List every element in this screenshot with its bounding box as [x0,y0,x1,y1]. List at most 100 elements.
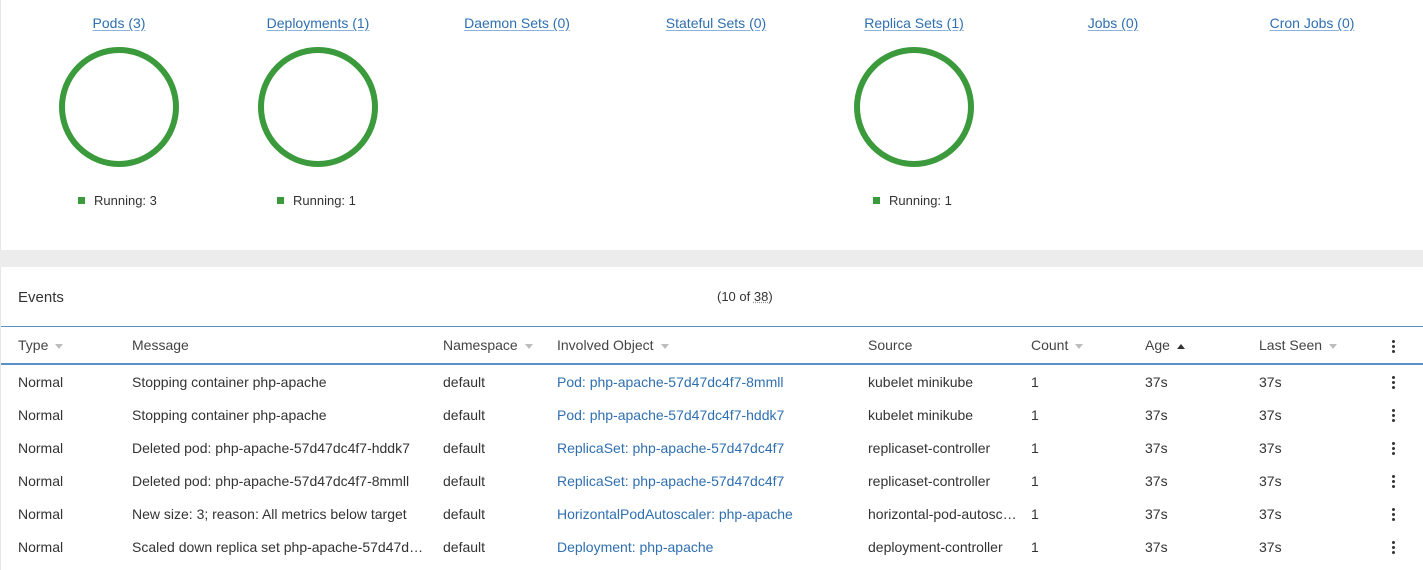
row-actions-menu-icon[interactable] [1387,438,1399,458]
replica-sets-running-ring [854,47,974,167]
event-count: 1 [1031,506,1039,522]
daemon-sets-link[interactable]: Daemon Sets (0) [417,15,617,31]
event-message: Stopping container php-apache [132,407,327,423]
event-source: replicaset-controller [868,473,991,489]
event-namespace: default [443,440,486,456]
row-actions-menu-icon[interactable] [1387,504,1399,524]
event-age: 37s [1145,374,1168,390]
event-namespace: default [443,473,486,489]
event-last-seen: 37s [1259,440,1282,456]
event-source: deployment-controller [868,539,1003,555]
cron-jobs-link[interactable]: Cron Jobs (0) [1212,15,1412,31]
deployments-link[interactable]: Deployments (1) [218,15,418,31]
event-involved-object[interactable]: ReplicaSet: php-apache-57d47dc4f7 [557,432,857,465]
row-actions-menu-icon[interactable] [1387,405,1399,425]
event-age: 37s [1145,407,1168,423]
stateful-sets-link[interactable]: Stateful Sets (0) [616,15,816,31]
running-legend-swatch [277,197,284,204]
replica-sets-link[interactable]: Replica Sets (1) [814,15,1014,31]
pods-running-ring [59,47,179,167]
pods-status-chart [59,47,179,167]
sort-icon [1329,343,1338,349]
pods-legend: Running: 3 [78,193,157,208]
event-last-seen: 37s [1259,506,1282,522]
column-label: Message [132,337,189,353]
workload-deployments: Deployments (1) Running: 1 [218,0,418,250]
column-label: Count [1031,337,1069,353]
event-count: 1 [1031,407,1039,423]
event-involved-object[interactable]: Pod: php-apache-57d47dc4f7-8mmll [557,366,857,399]
counter-total[interactable]: 38 [754,289,768,304]
event-age: 37s [1145,440,1168,456]
event-message: Scaled down replica set php-apache-57d47… [132,539,427,555]
event-count: 1 [1031,473,1039,489]
event-message: Deleted pod: php-apache-57d47dc4f7-8mmll [132,473,410,489]
column-header-involved-object[interactable]: Involved Object [557,327,669,364]
event-involved-object[interactable]: ReplicaSet: php-apache-57d47dc4f7 [557,465,857,498]
events-pagination-counter: (10 of 38) [717,289,773,304]
event-type: Normal [18,374,64,390]
column-header-count[interactable]: Count [1031,327,1084,364]
workload-cron-jobs: Cron Jobs (0) [1212,0,1412,250]
workload-daemon-sets: Daemon Sets (0) [417,0,617,250]
event-type: Normal [18,473,64,489]
event-source: horizontal-pod-autosc… [868,506,1017,522]
table-row: Normal Scaled down replica set php-apache… [1,531,1423,564]
column-header-age[interactable]: Age [1145,327,1185,364]
pods-link[interactable]: Pods (3) [19,15,219,31]
jobs-link[interactable]: Jobs (0) [1013,15,1213,31]
sort-icon [660,343,669,349]
column-header-source[interactable]: Source [868,327,912,364]
sort-icon [55,343,64,349]
event-involved-object[interactable]: Deployment: php-apache [557,531,857,564]
counter-suffix: ) [768,289,773,304]
running-legend-swatch [78,197,85,204]
events-table-header: Type Message Namespace Involved Object S… [1,326,1423,365]
workload-jobs: Jobs (0) [1013,0,1213,250]
workload-replica-sets: Replica Sets (1) Running: 1 [814,0,1014,250]
event-source: kubelet minikube [868,374,974,390]
table-row: Normal Stopping container php-apache defau… [1,399,1423,432]
column-header-namespace[interactable]: Namespace [443,327,533,364]
event-last-seen: 37s [1259,539,1282,555]
row-actions-menu-icon[interactable] [1387,471,1399,491]
workload-status-panel: Pods (3) Running: 3 Deployments (1) Runn… [0,0,1423,250]
deployments-running-label: Running: 1 [293,193,356,208]
event-type: Normal [18,506,64,522]
events-title: Events [18,289,64,306]
event-source: replicaset-controller [868,440,991,456]
counter-prefix: (10 of [717,289,754,304]
column-header-type[interactable]: Type [18,327,64,364]
event-age: 37s [1145,539,1168,555]
event-type: Normal [18,539,64,555]
column-header-last-seen[interactable]: Last Seen [1259,327,1338,364]
column-label: Involved Object [557,337,654,353]
event-last-seen: 37s [1259,374,1282,390]
column-header-message[interactable]: Message [132,327,189,364]
event-age: 37s [1145,473,1168,489]
event-involved-object[interactable]: HorizontalPodAutoscaler: php-apache [557,498,857,531]
event-age: 37s [1145,506,1168,522]
running-legend-swatch [873,197,880,204]
column-label: Source [868,337,913,353]
event-namespace: default [443,506,486,522]
table-row: Normal Deleted pod: php-apache-57d47dc4f7… [1,432,1423,465]
event-count: 1 [1031,374,1039,390]
event-type: Normal [18,440,64,456]
column-options-menu-icon[interactable] [1387,336,1399,356]
deployments-status-chart [258,47,378,167]
row-actions-menu-icon[interactable] [1387,537,1399,557]
column-label: Type [18,337,49,353]
event-namespace: default [443,539,486,555]
row-actions-menu-icon[interactable] [1387,372,1399,392]
event-last-seen: 37s [1259,473,1282,489]
event-count: 1 [1031,440,1039,456]
workload-stateful-sets: Stateful Sets (0) [616,0,816,250]
column-label: Namespace [443,337,518,353]
table-row: Normal Deleted pod: php-apache-57d47dc4f7… [1,465,1423,498]
event-involved-object[interactable]: Pod: php-apache-57d47dc4f7-hddk7 [557,399,857,432]
column-label: Last Seen [1259,337,1323,353]
table-row: Normal Stopping container php-apache defau… [1,366,1423,399]
deployments-legend: Running: 1 [277,193,356,208]
replica-sets-status-chart [854,47,974,167]
